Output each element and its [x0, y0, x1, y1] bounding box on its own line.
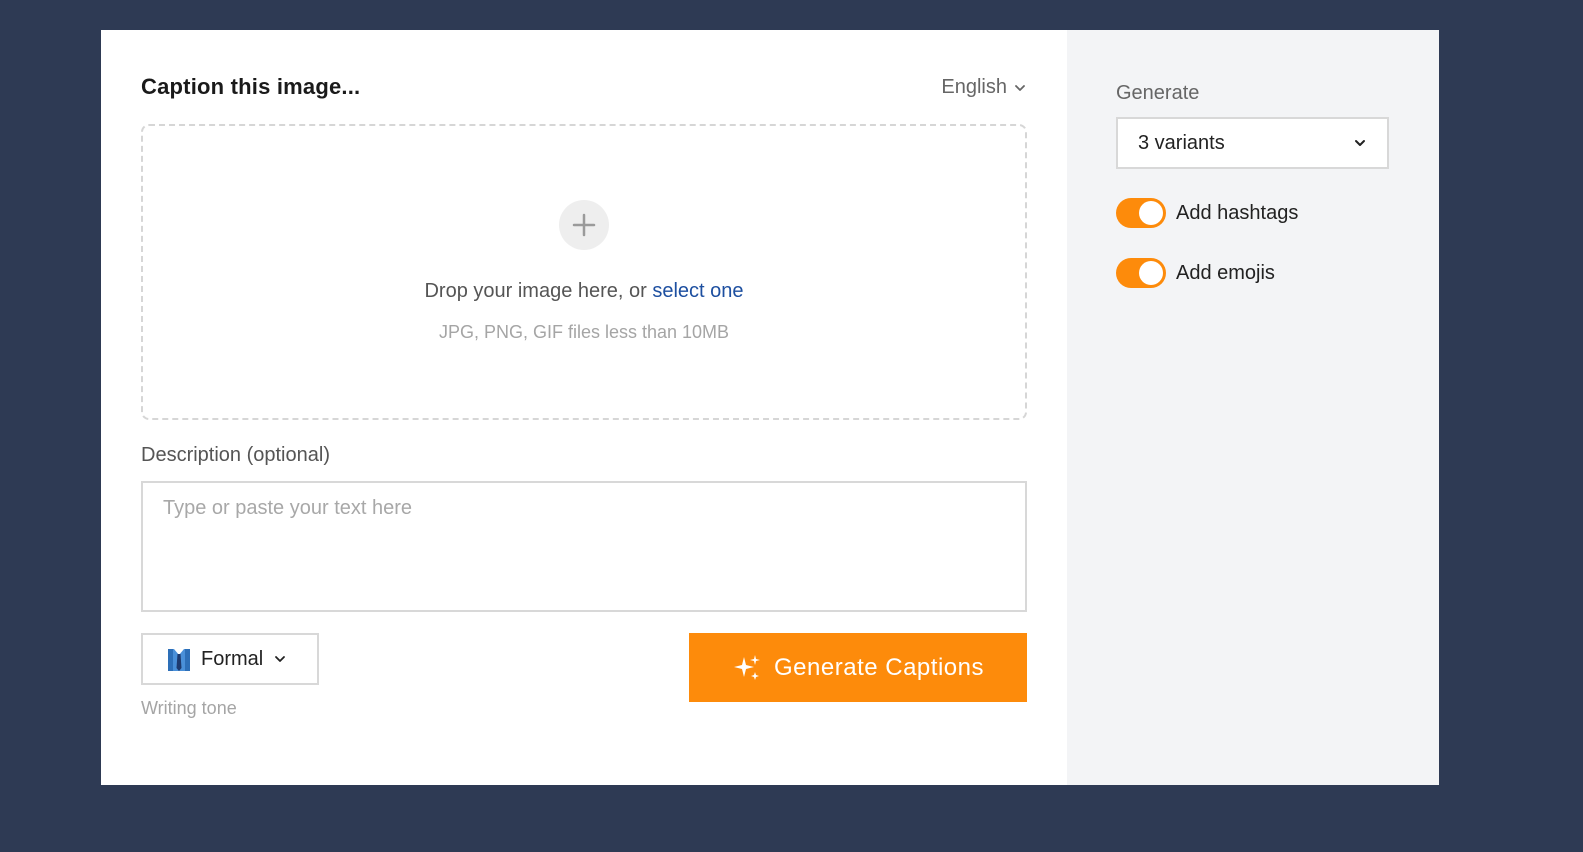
description-label: Description (optional)	[141, 444, 330, 466]
generate-captions-label: Generate Captions	[774, 653, 984, 681]
chevron-down-icon	[275, 656, 286, 662]
tone-value: Formal	[201, 647, 264, 670]
main-panel: Caption this image... English Drop your …	[101, 30, 1067, 785]
hashtags-option: Add hashtags	[1116, 198, 1298, 228]
variants-select[interactable]: 3 variants	[1116, 117, 1389, 169]
dropzone-text: Drop your image here, or select one	[143, 280, 1025, 303]
sparkles-icon	[734, 654, 761, 680]
generate-captions-button[interactable]: Generate Captions	[689, 633, 1027, 702]
language-select[interactable]: English	[941, 76, 1027, 99]
hashtags-label: Add hashtags	[1176, 201, 1299, 224]
plus-icon[interactable]	[559, 200, 609, 250]
dropzone-instruction: Drop your image here, or	[424, 280, 653, 302]
emojis-label: Add emojis	[1176, 261, 1275, 284]
image-dropzone[interactable]: Drop your image here, or select one JPG,…	[141, 124, 1027, 420]
language-value: English	[941, 76, 1007, 98]
caption-card: Caption this image... English Drop your …	[101, 30, 1439, 785]
description-input[interactable]	[141, 481, 1027, 612]
emojis-toggle[interactable]	[1116, 258, 1166, 288]
select-file-link[interactable]: select one	[652, 280, 743, 302]
necktie-shirt-icon	[168, 649, 190, 671]
chevron-down-icon	[1015, 84, 1025, 91]
writing-tone-select[interactable]: Formal	[141, 633, 319, 685]
options-sidebar: Generate 3 variants Add hashtags Add emo…	[1067, 30, 1439, 785]
file-type-hint: JPG, PNG, GIF files less than 10MB	[438, 322, 730, 342]
writing-tone-label: Writing tone	[141, 698, 237, 718]
emojis-option: Add emojis	[1116, 258, 1275, 288]
variants-value: 3 variants	[1138, 131, 1225, 154]
generate-label: Generate	[1116, 82, 1200, 104]
chevron-down-icon	[1355, 140, 1365, 146]
page-title: Caption this image...	[141, 74, 361, 99]
hashtags-toggle[interactable]	[1116, 198, 1166, 228]
